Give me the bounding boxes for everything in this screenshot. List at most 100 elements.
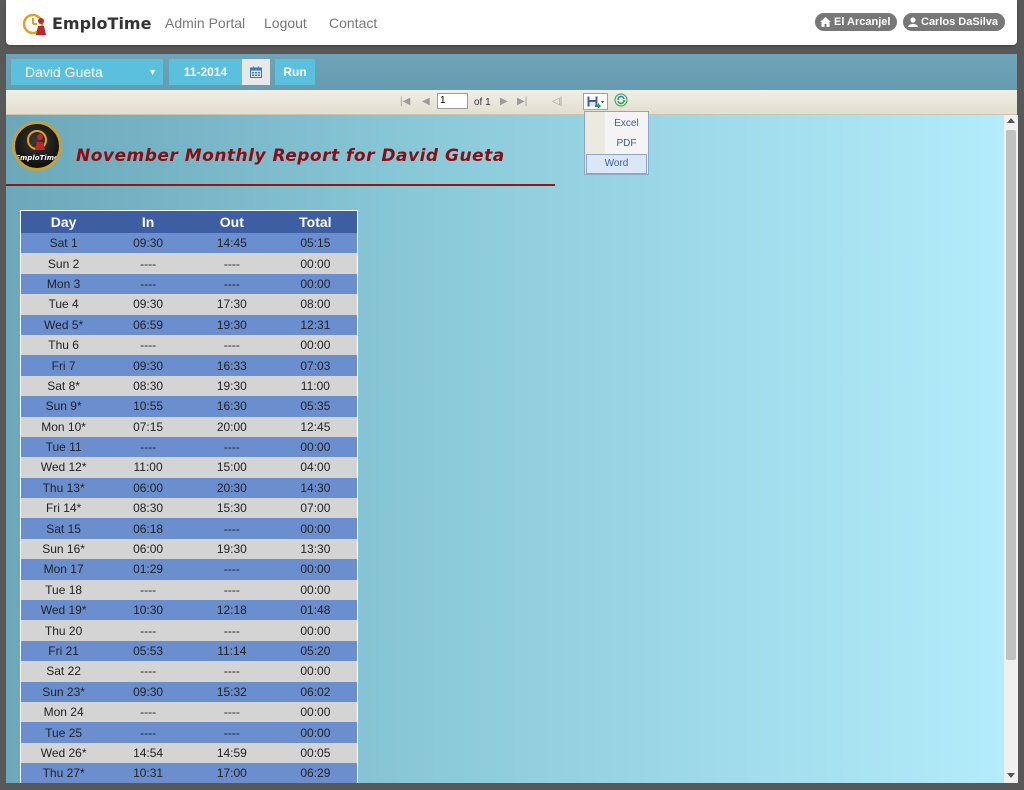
table-row: Sun 9* 10:55 16:30 05:35 [20, 396, 358, 417]
table-cell: ---- [189, 722, 274, 743]
table-cell: 12:45 [273, 416, 358, 437]
table-cell: Tue 18 [20, 579, 107, 601]
table-cell: 11:14 [189, 640, 274, 662]
page-number-input[interactable]: 1 [437, 93, 468, 109]
export-button[interactable] [583, 93, 608, 110]
table-cell: 10:31 [106, 763, 190, 783]
table-cell: 20:00 [189, 416, 274, 437]
table-cell: 00:00 [273, 273, 358, 295]
next-page-icon[interactable]: ▶ [500, 96, 508, 107]
column-header: Total [273, 210, 358, 233]
table-cell: ---- [106, 661, 190, 682]
table-row: Sat 1 09:30 14:45 05:15 [20, 233, 358, 254]
table-cell: 15:00 [189, 457, 274, 478]
prev-page-icon[interactable]: ◀ [422, 96, 430, 107]
table-cell: Mon 17 [20, 559, 107, 580]
table-cell: ---- [106, 620, 190, 641]
table-cell: Sat 8* [20, 375, 107, 397]
column-header: Day [20, 210, 107, 233]
table-cell: Fri 14* [20, 498, 107, 519]
calendar-button[interactable] [242, 59, 270, 85]
table-row: Mon 24 ---- ---- 00:00 [20, 701, 358, 723]
month-input[interactable]: 11-2014 [169, 59, 242, 85]
scroll-thumb[interactable] [1006, 130, 1016, 660]
table-cell: 06:02 [273, 681, 358, 702]
user-icon [908, 17, 918, 27]
table-cell: ---- [189, 701, 274, 723]
table-cell: Mon 3 [20, 273, 107, 295]
table-cell: 01:29 [106, 559, 190, 580]
table-cell: 09:30 [106, 233, 190, 254]
attendance-table: Day In Out Total Sat 1 09:30 14:45 05:15 Sun… [20, 210, 358, 783]
nav-admin-portal[interactable]: Admin Portal [165, 15, 245, 31]
scroll-down-icon[interactable] [1007, 773, 1015, 778]
last-page-icon[interactable]: ▶| [517, 96, 527, 107]
table-cell: Mon 10* [20, 416, 107, 437]
table-row: Sun 16* 06:00 19:30 13:30 [20, 538, 358, 560]
caret-down-icon: ▼ [148, 67, 157, 77]
report-logo: EmploTime [12, 121, 62, 171]
table-cell: 06:00 [106, 477, 190, 499]
table-cell: ---- [189, 518, 274, 539]
export-pdf[interactable]: PDF [605, 134, 648, 154]
nav-contact[interactable]: Contact [329, 15, 377, 31]
table-cell: ---- [106, 273, 190, 295]
nav-logout[interactable]: Logout [264, 15, 307, 31]
table-cell: 06:59 [106, 314, 190, 335]
table-cell: 20:30 [189, 477, 274, 499]
export-menu: Excel PDF Word [584, 111, 649, 175]
table-cell: ---- [189, 620, 274, 641]
brand[interactable]: EmploTime [22, 10, 151, 36]
back-to-parent-icon[interactable]: ◁| [552, 96, 562, 107]
table-cell: ---- [189, 436, 274, 458]
first-page-icon[interactable]: |◀ [400, 96, 410, 107]
table-row: Thu 13* 06:00 20:30 14:30 [20, 477, 358, 499]
table-cell: Wed 19* [20, 600, 107, 621]
table-cell: 00:00 [273, 722, 358, 743]
table-cell: ---- [189, 334, 274, 356]
table-cell: 06:18 [106, 518, 190, 539]
table-cell: Thu 20 [20, 620, 107, 641]
table-cell: 14:45 [189, 233, 274, 254]
export-excel[interactable]: Excel [605, 114, 648, 134]
table-cell: 00:00 [273, 661, 358, 682]
user-badge[interactable]: Carlos DaSilva [903, 13, 1006, 31]
table-cell: ---- [189, 253, 274, 274]
table-cell: 16:33 [189, 355, 274, 376]
table-row: Thu 27* 10:31 17:00 06:29 [20, 763, 358, 783]
table-cell: 10:55 [106, 396, 190, 417]
report-scrollbar[interactable] [1003, 115, 1018, 783]
employee-select[interactable]: David Gueta ▼ [11, 59, 163, 85]
table-cell: 14:59 [189, 742, 274, 764]
table-row: Fri 21 05:53 11:14 05:20 [20, 640, 358, 662]
table-cell: 14:54 [106, 742, 190, 764]
report-title: November Monthly Report for David Gueta [76, 146, 505, 166]
table-row: Fri 7 09:30 16:33 07:03 [20, 355, 358, 376]
refresh-icon[interactable] [614, 93, 628, 112]
table-cell: 07:00 [273, 498, 358, 519]
table-cell: 07:03 [273, 355, 358, 376]
table-cell: ---- [189, 579, 274, 601]
table-cell: Sun 2 [20, 253, 107, 274]
table-cell: 08:30 [106, 375, 190, 397]
table-cell: 04:00 [273, 457, 358, 478]
table-cell: 01:48 [273, 600, 358, 621]
table-row: Thu 6 ---- ---- 00:00 [20, 334, 358, 356]
export-word[interactable]: Word [586, 154, 647, 174]
calendar-icon [250, 66, 262, 78]
table-row: Tue 4 09:30 17:30 08:00 [20, 294, 358, 315]
employee-select-value: David Gueta [25, 64, 103, 80]
table-row: Mon 10* 07:15 20:00 12:45 [20, 416, 358, 437]
title-divider [6, 184, 555, 186]
user-name: Carlos DaSilva [921, 16, 999, 28]
table-cell: ---- [189, 559, 274, 580]
table-cell: 19:30 [189, 375, 274, 397]
table-cell: 12:31 [273, 314, 358, 335]
table-cell: 11:00 [106, 457, 190, 478]
scroll-up-icon[interactable] [1007, 118, 1015, 123]
location-badge[interactable]: El Arcanjel [815, 13, 898, 31]
table-cell: 00:05 [273, 742, 358, 764]
run-button[interactable]: Run [275, 59, 315, 85]
table-cell: Sat 1 [20, 233, 107, 254]
report-canvas: EmploTime November Monthly Report for Da… [6, 115, 1003, 783]
